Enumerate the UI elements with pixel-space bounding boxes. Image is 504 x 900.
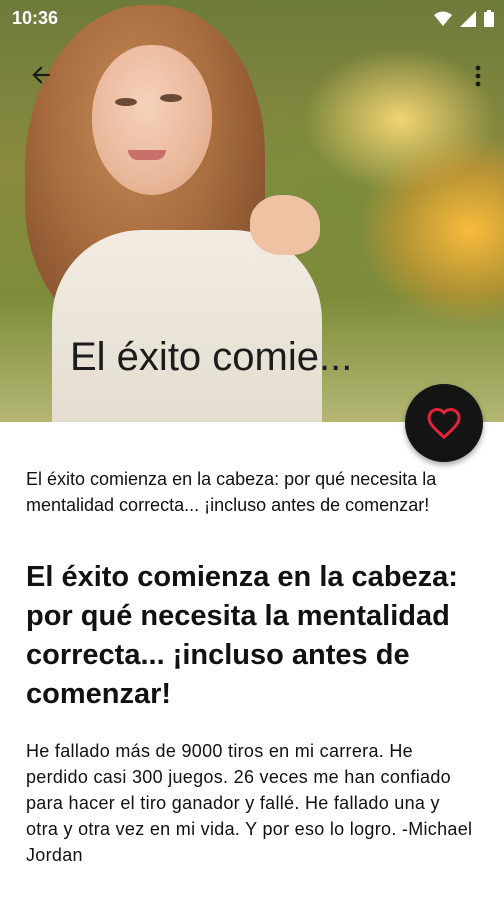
status-bar: 10:36	[0, 0, 504, 36]
arrow-left-icon	[32, 66, 50, 84]
hero-torso	[52, 230, 322, 422]
hero-title: El éxito comie...	[70, 335, 353, 379]
overflow-menu-button[interactable]	[474, 64, 482, 93]
hero-eye-left	[115, 98, 137, 106]
article-headline: El éxito comienza en la cabeza: por qué …	[26, 561, 458, 710]
article-body: He fallado más de 9000 tiros en mi carre…	[26, 741, 473, 865]
hero-mouth	[128, 150, 166, 160]
status-time: 10:36	[12, 8, 59, 28]
signal-icon	[460, 10, 476, 27]
wifi-icon	[434, 11, 452, 26]
hero-face	[92, 45, 212, 195]
hero-image: El éxito comie...	[0, 0, 504, 422]
heart-outline-icon	[427, 407, 461, 440]
favorite-button[interactable]	[405, 384, 483, 462]
hero-hand	[250, 195, 320, 255]
back-button[interactable]	[28, 62, 54, 93]
more-vert-icon	[475, 65, 481, 87]
battery-icon	[484, 10, 494, 27]
hero-eye-right	[160, 94, 182, 102]
status-icons	[434, 10, 494, 27]
article-subtitle: El éxito comienza en la cabeza: por qué …	[26, 469, 437, 515]
